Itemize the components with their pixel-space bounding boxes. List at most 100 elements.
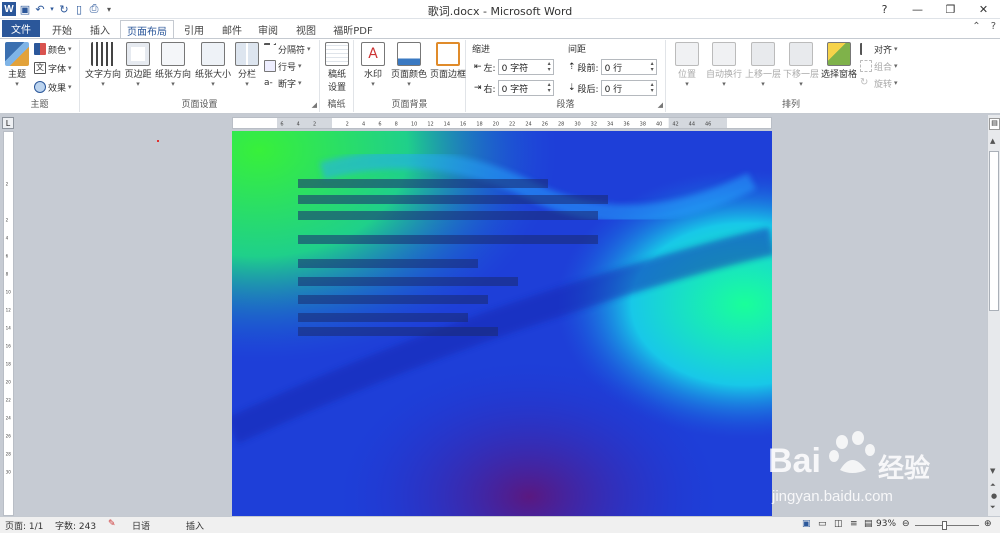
- outline-view-icon[interactable]: ≡: [850, 519, 858, 529]
- group-label-theme: 主题: [30, 100, 49, 110]
- page-borders-button[interactable]: 页面边框: [430, 42, 466, 80]
- text-direction-icon: [91, 42, 115, 66]
- size-button[interactable]: 纸张大小 ▾: [194, 42, 232, 88]
- dialog-launcher-icon[interactable]: ◢: [658, 101, 663, 109]
- theme-colors-button[interactable]: 颜色 ▾: [34, 42, 72, 56]
- page-indicator[interactable]: 页面: 1/1: [5, 519, 43, 532]
- ruler-tick-label: 28: [558, 122, 564, 128]
- vruler-tick-label: 8: [6, 272, 9, 277]
- minimize-button[interactable]: —: [901, 0, 934, 19]
- watermark-button[interactable]: A 水印 ▾: [358, 42, 388, 88]
- tab-foxit-pdf[interactable]: 福昕PDF: [330, 20, 376, 38]
- tab-references[interactable]: 引用: [178, 20, 210, 38]
- next-page-icon[interactable]: ⏷: [990, 503, 996, 512]
- dialog-launcher-icon[interactable]: ◢: [312, 101, 317, 109]
- breaks-button[interactable]: 分隔符 ▾: [264, 42, 311, 56]
- zoom-slider-thumb[interactable]: [942, 521, 947, 530]
- ruler-tick-label: 30: [574, 122, 580, 128]
- send-backward-icon: [789, 42, 813, 66]
- window-controls: ? — ❐ ✕: [868, 0, 1000, 19]
- tab-home[interactable]: 开始: [46, 20, 78, 38]
- help-icon[interactable]: ?: [868, 0, 901, 19]
- indent-left-input[interactable]: 0 字符 ▴ ▾: [497, 59, 554, 75]
- wrap-text-button[interactable]: 自动换行 ▾: [704, 42, 744, 88]
- zoom-in-icon[interactable]: ⊕: [984, 519, 992, 529]
- theme-effects-button[interactable]: 效果 ▾: [34, 80, 72, 94]
- vertical-ruler[interactable]: 224681012141618202224262830: [3, 131, 14, 516]
- group-draft: 稿纸 设置 稿纸: [320, 40, 354, 112]
- ruler-tick-label: 22: [509, 122, 515, 128]
- ruler-toggle-icon[interactable]: ▤: [989, 118, 1000, 130]
- hyphenation-button[interactable]: a- 断字 ▾: [264, 76, 302, 90]
- ribbon-help-area: ⌃ ?: [972, 21, 996, 32]
- scroll-up-icon[interactable]: ▲: [990, 137, 995, 145]
- tab-file[interactable]: 文件: [2, 20, 40, 37]
- ruler-tick-label: 24: [525, 122, 531, 128]
- columns-button[interactable]: 分栏 ▾: [234, 42, 260, 88]
- margins-button[interactable]: 页边距 ▾: [124, 42, 152, 88]
- web-layout-icon[interactable]: ◫: [834, 519, 843, 529]
- collapse-ribbon-icon[interactable]: ⌃: [972, 21, 980, 32]
- group-objects-button[interactable]: 组合 ▾: [860, 59, 898, 73]
- selection-pane-button[interactable]: 选择窗格: [820, 42, 858, 80]
- tab-page-layout[interactable]: 页面布局: [120, 20, 174, 39]
- ruler-tick-label: 8: [395, 122, 398, 128]
- line-numbers-button[interactable]: 行号 ▾: [264, 59, 302, 73]
- browse-object-icon[interactable]: ●: [991, 492, 997, 500]
- bring-forward-button[interactable]: 上移一层 ▾: [744, 42, 782, 88]
- indent-left: ⇤ 左: 0 字符 ▴ ▾: [474, 59, 554, 75]
- zoom-level[interactable]: 93%: [876, 519, 896, 529]
- zoom-out-icon[interactable]: ⊖: [902, 519, 910, 529]
- language-indicator[interactable]: 日语: [132, 519, 150, 532]
- vruler-tick-label: 30: [6, 470, 12, 475]
- tab-insert[interactable]: 插入: [84, 20, 116, 38]
- orientation-button[interactable]: 纸张方向 ▾: [154, 42, 192, 88]
- vruler-tick-label: 26: [6, 434, 12, 439]
- document-page[interactable]: [232, 131, 772, 516]
- cursor-mark: [157, 140, 159, 142]
- zoom-slider[interactable]: [915, 525, 979, 526]
- print-layout-icon[interactable]: ▣: [802, 519, 811, 529]
- vertical-scrollbar[interactable]: ▤ ▲ ▼ ⏶ ● ⏷: [987, 115, 1000, 516]
- proofing-icon[interactable]: ✎: [108, 519, 116, 529]
- horizontal-ruler[interactable]: 6 4 2 2 4 6 8 10 12 14 16 18 20 22 24 26 28 30 32 34 36 38 40 4…: [232, 117, 772, 129]
- draft-settings-button[interactable]: 稿纸 设置: [323, 42, 351, 93]
- close-button[interactable]: ✕: [967, 0, 1000, 19]
- align-button[interactable]: 对齐 ▾: [860, 42, 898, 56]
- ruler-tick-label: 46: [705, 122, 711, 128]
- text-direction-button[interactable]: 文字方向 ▾: [84, 42, 122, 88]
- scrollbar-thumb[interactable]: [989, 151, 999, 311]
- theme-fonts-button[interactable]: 文 字体 ▾: [34, 61, 72, 75]
- ruler-tick-label: 2: [313, 122, 316, 128]
- ruler-tick-label: 42: [672, 122, 678, 128]
- tab-mailings[interactable]: 邮件: [216, 20, 248, 38]
- tab-review[interactable]: 审阅: [252, 20, 284, 38]
- group-page-background: A 水印 ▾ 页面颜色 ▾ 页面边框 页面背景: [354, 40, 466, 112]
- rotate-button[interactable]: ↻ 旋转 ▾: [860, 76, 898, 90]
- vruler-tick-label: 2: [6, 218, 9, 223]
- insert-mode[interactable]: 插入: [186, 519, 204, 532]
- restore-button[interactable]: ❐: [934, 0, 967, 19]
- page-color-icon: [397, 42, 421, 66]
- spacing-after-input[interactable]: 0 行 ▴ ▾: [600, 80, 657, 96]
- tab-view[interactable]: 视图: [290, 20, 322, 38]
- scroll-down-icon[interactable]: ▼: [990, 467, 995, 475]
- group-label-page-background: 页面背景: [391, 100, 428, 110]
- previous-page-icon[interactable]: ⏶: [990, 481, 996, 490]
- indent-right-input[interactable]: 0 字符 ▴ ▾: [497, 80, 554, 96]
- ruler-tick-label: 32: [591, 122, 597, 128]
- vruler-tick-label: 28: [6, 452, 12, 457]
- ruler-tick-label: 16: [460, 122, 466, 128]
- margins-icon: [126, 42, 150, 66]
- theme-button[interactable]: 主题 ▾: [4, 42, 30, 88]
- spacing-before-input[interactable]: 0 行 ▴ ▾: [600, 59, 657, 75]
- draft-view-icon[interactable]: ▤: [864, 519, 873, 529]
- word-count[interactable]: 字数: 243: [55, 519, 96, 532]
- wrap-text-icon: [712, 42, 736, 66]
- page-color-button[interactable]: 页面颜色 ▾: [390, 42, 428, 88]
- position-button[interactable]: 位置 ▾: [672, 42, 702, 88]
- help-circle-icon[interactable]: ?: [991, 21, 996, 32]
- full-screen-reading-icon[interactable]: ▭: [818, 519, 827, 529]
- tab-selector-button[interactable]: L: [2, 117, 14, 129]
- send-backward-button[interactable]: 下移一层 ▾: [782, 42, 820, 88]
